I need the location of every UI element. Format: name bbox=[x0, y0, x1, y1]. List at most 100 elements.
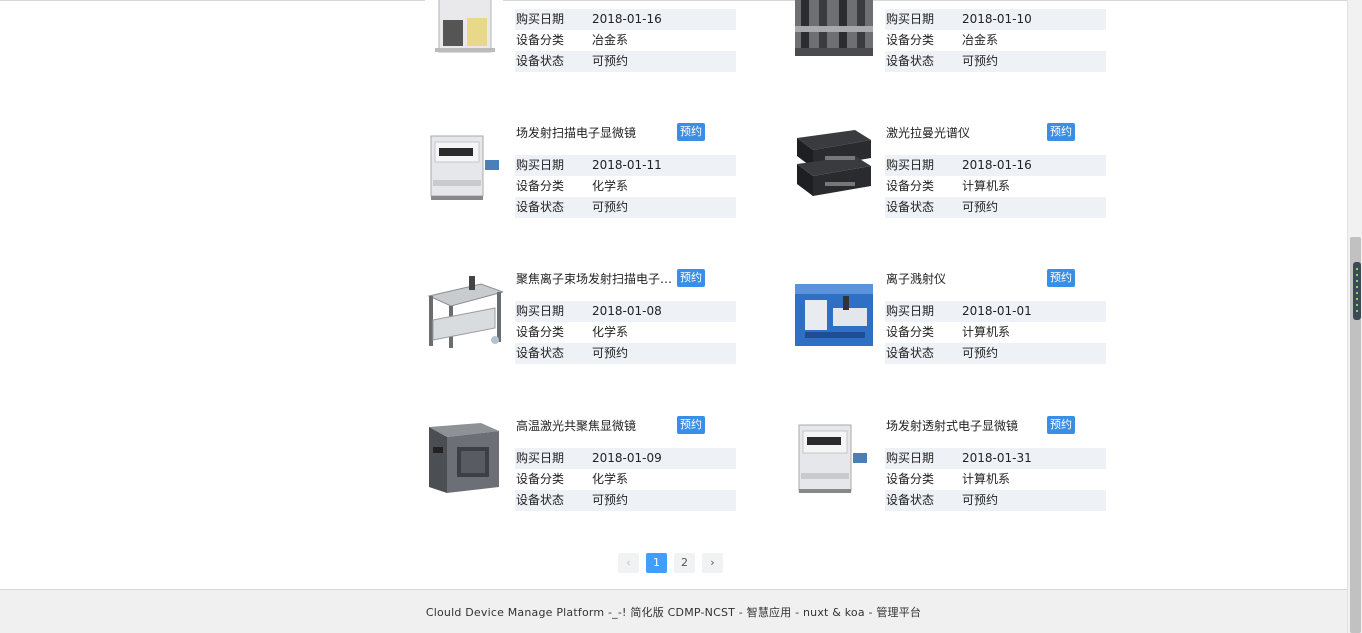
category-row: 设备分类 化学系 bbox=[515, 322, 736, 343]
category-label: 设备分类 bbox=[516, 325, 565, 339]
purchase-date-label: 购买日期 bbox=[886, 304, 935, 318]
status-value: 可预约 bbox=[592, 346, 629, 360]
status-value: 可预约 bbox=[962, 54, 999, 68]
category-row: 设备分类 计算机系 bbox=[885, 176, 1106, 197]
category-value: 化学系 bbox=[592, 472, 629, 486]
status-row: 设备状态 可预约 bbox=[885, 51, 1106, 72]
status-label: 设备状态 bbox=[886, 346, 935, 360]
device-name[interactable]: 场发射透射式电子显微镜 bbox=[886, 417, 1046, 435]
category-label: 设备分类 bbox=[516, 179, 565, 193]
status-row: 设备状态 可预约 bbox=[515, 51, 736, 72]
purchase-date-label: 购买日期 bbox=[516, 451, 565, 465]
status-row: 设备状态 可预约 bbox=[885, 343, 1106, 364]
book-button[interactable]: 预约 bbox=[1047, 269, 1075, 287]
purchase-date-label: 购买日期 bbox=[886, 158, 935, 172]
page-button-2[interactable]: 2 bbox=[674, 553, 695, 573]
category-row: 设备分类 计算机系 bbox=[885, 469, 1106, 490]
status-label: 设备状态 bbox=[516, 493, 565, 507]
category-row: 设备分类 化学系 bbox=[515, 469, 736, 490]
scroll-widget-icon bbox=[1353, 262, 1361, 320]
purchase-date-value: 2018-01-01 bbox=[962, 304, 1032, 318]
category-value: 冶金系 bbox=[592, 33, 629, 47]
purchase-date-label: 购买日期 bbox=[516, 158, 565, 172]
device-cabinet-icon[interactable] bbox=[425, 0, 503, 56]
device-name[interactable]: 高温激光共聚焦显微镜 bbox=[516, 417, 676, 435]
device-card: 激光拉曼光谱仪 预约 购买日期 2018-01-16 设备分类 计算机系 设备状… bbox=[795, 123, 1115, 218]
category-label: 设备分类 bbox=[516, 472, 565, 486]
category-value: 冶金系 bbox=[962, 33, 999, 47]
category-row: 设备分类 冶金系 bbox=[885, 30, 1106, 51]
status-row: 设备状态 可预约 bbox=[515, 343, 736, 364]
category-value: 计算机系 bbox=[962, 179, 1011, 193]
device-table-icon[interactable] bbox=[425, 270, 503, 348]
next-page-button[interactable]: › bbox=[702, 553, 723, 573]
status-value: 可预约 bbox=[962, 493, 999, 507]
category-row: 设备分类 冶金系 bbox=[515, 30, 736, 51]
purchase-date-row: 购买日期 2018-01-31 bbox=[885, 448, 1106, 469]
status-value: 可预约 bbox=[592, 493, 629, 507]
status-value: 可预约 bbox=[592, 200, 629, 214]
status-value: 可预约 bbox=[592, 54, 629, 68]
status-label: 设备状态 bbox=[886, 200, 935, 214]
purchase-date-value: 2018-01-16 bbox=[592, 12, 662, 26]
device-machine-icon[interactable] bbox=[795, 417, 873, 495]
purchase-date-value: 2018-01-09 bbox=[592, 451, 662, 465]
purchase-date-value: 2018-01-08 bbox=[592, 304, 662, 318]
purchase-date-value: 2018-01-11 bbox=[592, 158, 662, 172]
category-row: 设备分类 化学系 bbox=[515, 176, 736, 197]
status-label: 设备状态 bbox=[516, 54, 565, 68]
purchase-date-value: 2018-01-10 bbox=[962, 12, 1032, 26]
vertical-scrollbar[interactable] bbox=[1347, 0, 1362, 633]
device-name[interactable]: 离子溅射仪 bbox=[886, 270, 1046, 288]
device-blue-machine-icon[interactable] bbox=[795, 270, 873, 348]
book-button[interactable]: 预约 bbox=[1047, 123, 1075, 141]
status-value: 可预约 bbox=[962, 200, 999, 214]
device-machine-icon[interactable] bbox=[425, 124, 503, 202]
device-name[interactable]: 聚焦离子束场发射扫描电子显… bbox=[516, 270, 676, 288]
book-button[interactable]: 预约 bbox=[677, 123, 705, 141]
device-card: 离子溅射仪 预约 购买日期 2018-01-01 设备分类 计算机系 设备状态 … bbox=[795, 269, 1115, 364]
device-black-box-icon[interactable] bbox=[795, 124, 873, 202]
status-row: 设备状态 可预约 bbox=[885, 197, 1106, 218]
device-grey-box-icon[interactable] bbox=[425, 417, 503, 495]
purchase-date-row: 购买日期 2018-01-10 bbox=[885, 9, 1106, 30]
category-row: 设备分类 计算机系 bbox=[885, 322, 1106, 343]
book-button[interactable]: 预约 bbox=[1047, 416, 1075, 434]
status-label: 设备状态 bbox=[886, 493, 935, 507]
purchase-date-value: 2018-01-16 bbox=[962, 158, 1032, 172]
category-value: 计算机系 bbox=[962, 325, 1011, 339]
purchase-date-label: 购买日期 bbox=[886, 12, 935, 26]
status-row: 设备状态 可预约 bbox=[515, 490, 736, 511]
status-row: 设备状态 可预约 bbox=[515, 197, 736, 218]
book-button[interactable]: 预约 bbox=[677, 416, 705, 434]
purchase-date-row: 购买日期 2018-01-09 bbox=[515, 448, 736, 469]
purchase-date-row: 购买日期 2018-01-08 bbox=[515, 301, 736, 322]
purchase-date-row: 购买日期 2018-01-11 bbox=[515, 155, 736, 176]
device-card: 高温激光共聚焦显微镜 预约 购买日期 2018-01-09 设备分类 化学系 设… bbox=[425, 416, 745, 511]
device-card: 购买日期 2018-01-16 设备分类 冶金系 设备状态 可预约 bbox=[425, 0, 745, 72]
device-rack-icon[interactable] bbox=[795, 0, 873, 56]
device-card: 场发射透射式电子显微镜 预约 购买日期 2018-01-31 设备分类 计算机系… bbox=[795, 416, 1115, 511]
page-button-1[interactable]: 1 bbox=[646, 553, 667, 573]
device-card: 场发射扫描电子显微镜 预约 购买日期 2018-01-11 设备分类 化学系 设… bbox=[425, 123, 745, 218]
status-label: 设备状态 bbox=[516, 200, 565, 214]
footer-text: Clould Device Manage Platform -_-! 简化版 C… bbox=[425, 606, 922, 619]
purchase-date-row: 购买日期 2018-01-16 bbox=[515, 9, 736, 30]
purchase-date-row: 购买日期 2018-01-16 bbox=[885, 155, 1106, 176]
book-button[interactable]: 预约 bbox=[677, 269, 705, 287]
device-card: 聚焦离子束场发射扫描电子显… 预约 购买日期 2018-01-08 设备分类 化… bbox=[425, 269, 745, 364]
device-card: 购买日期 2018-01-10 设备分类 冶金系 设备状态 可预约 bbox=[795, 0, 1115, 72]
category-value: 化学系 bbox=[592, 325, 629, 339]
purchase-date-label: 购买日期 bbox=[516, 304, 565, 318]
category-label: 设备分类 bbox=[886, 33, 935, 47]
status-label: 设备状态 bbox=[516, 346, 565, 360]
purchase-date-label: 购买日期 bbox=[516, 12, 565, 26]
category-value: 化学系 bbox=[592, 179, 629, 193]
category-value: 计算机系 bbox=[962, 472, 1011, 486]
category-label: 设备分类 bbox=[886, 179, 935, 193]
status-row: 设备状态 可预约 bbox=[885, 490, 1106, 511]
device-name[interactable]: 激光拉曼光谱仪 bbox=[886, 124, 1046, 142]
category-label: 设备分类 bbox=[516, 33, 565, 47]
prev-page-button[interactable]: ‹ bbox=[618, 553, 639, 573]
device-name[interactable]: 场发射扫描电子显微镜 bbox=[516, 124, 676, 142]
